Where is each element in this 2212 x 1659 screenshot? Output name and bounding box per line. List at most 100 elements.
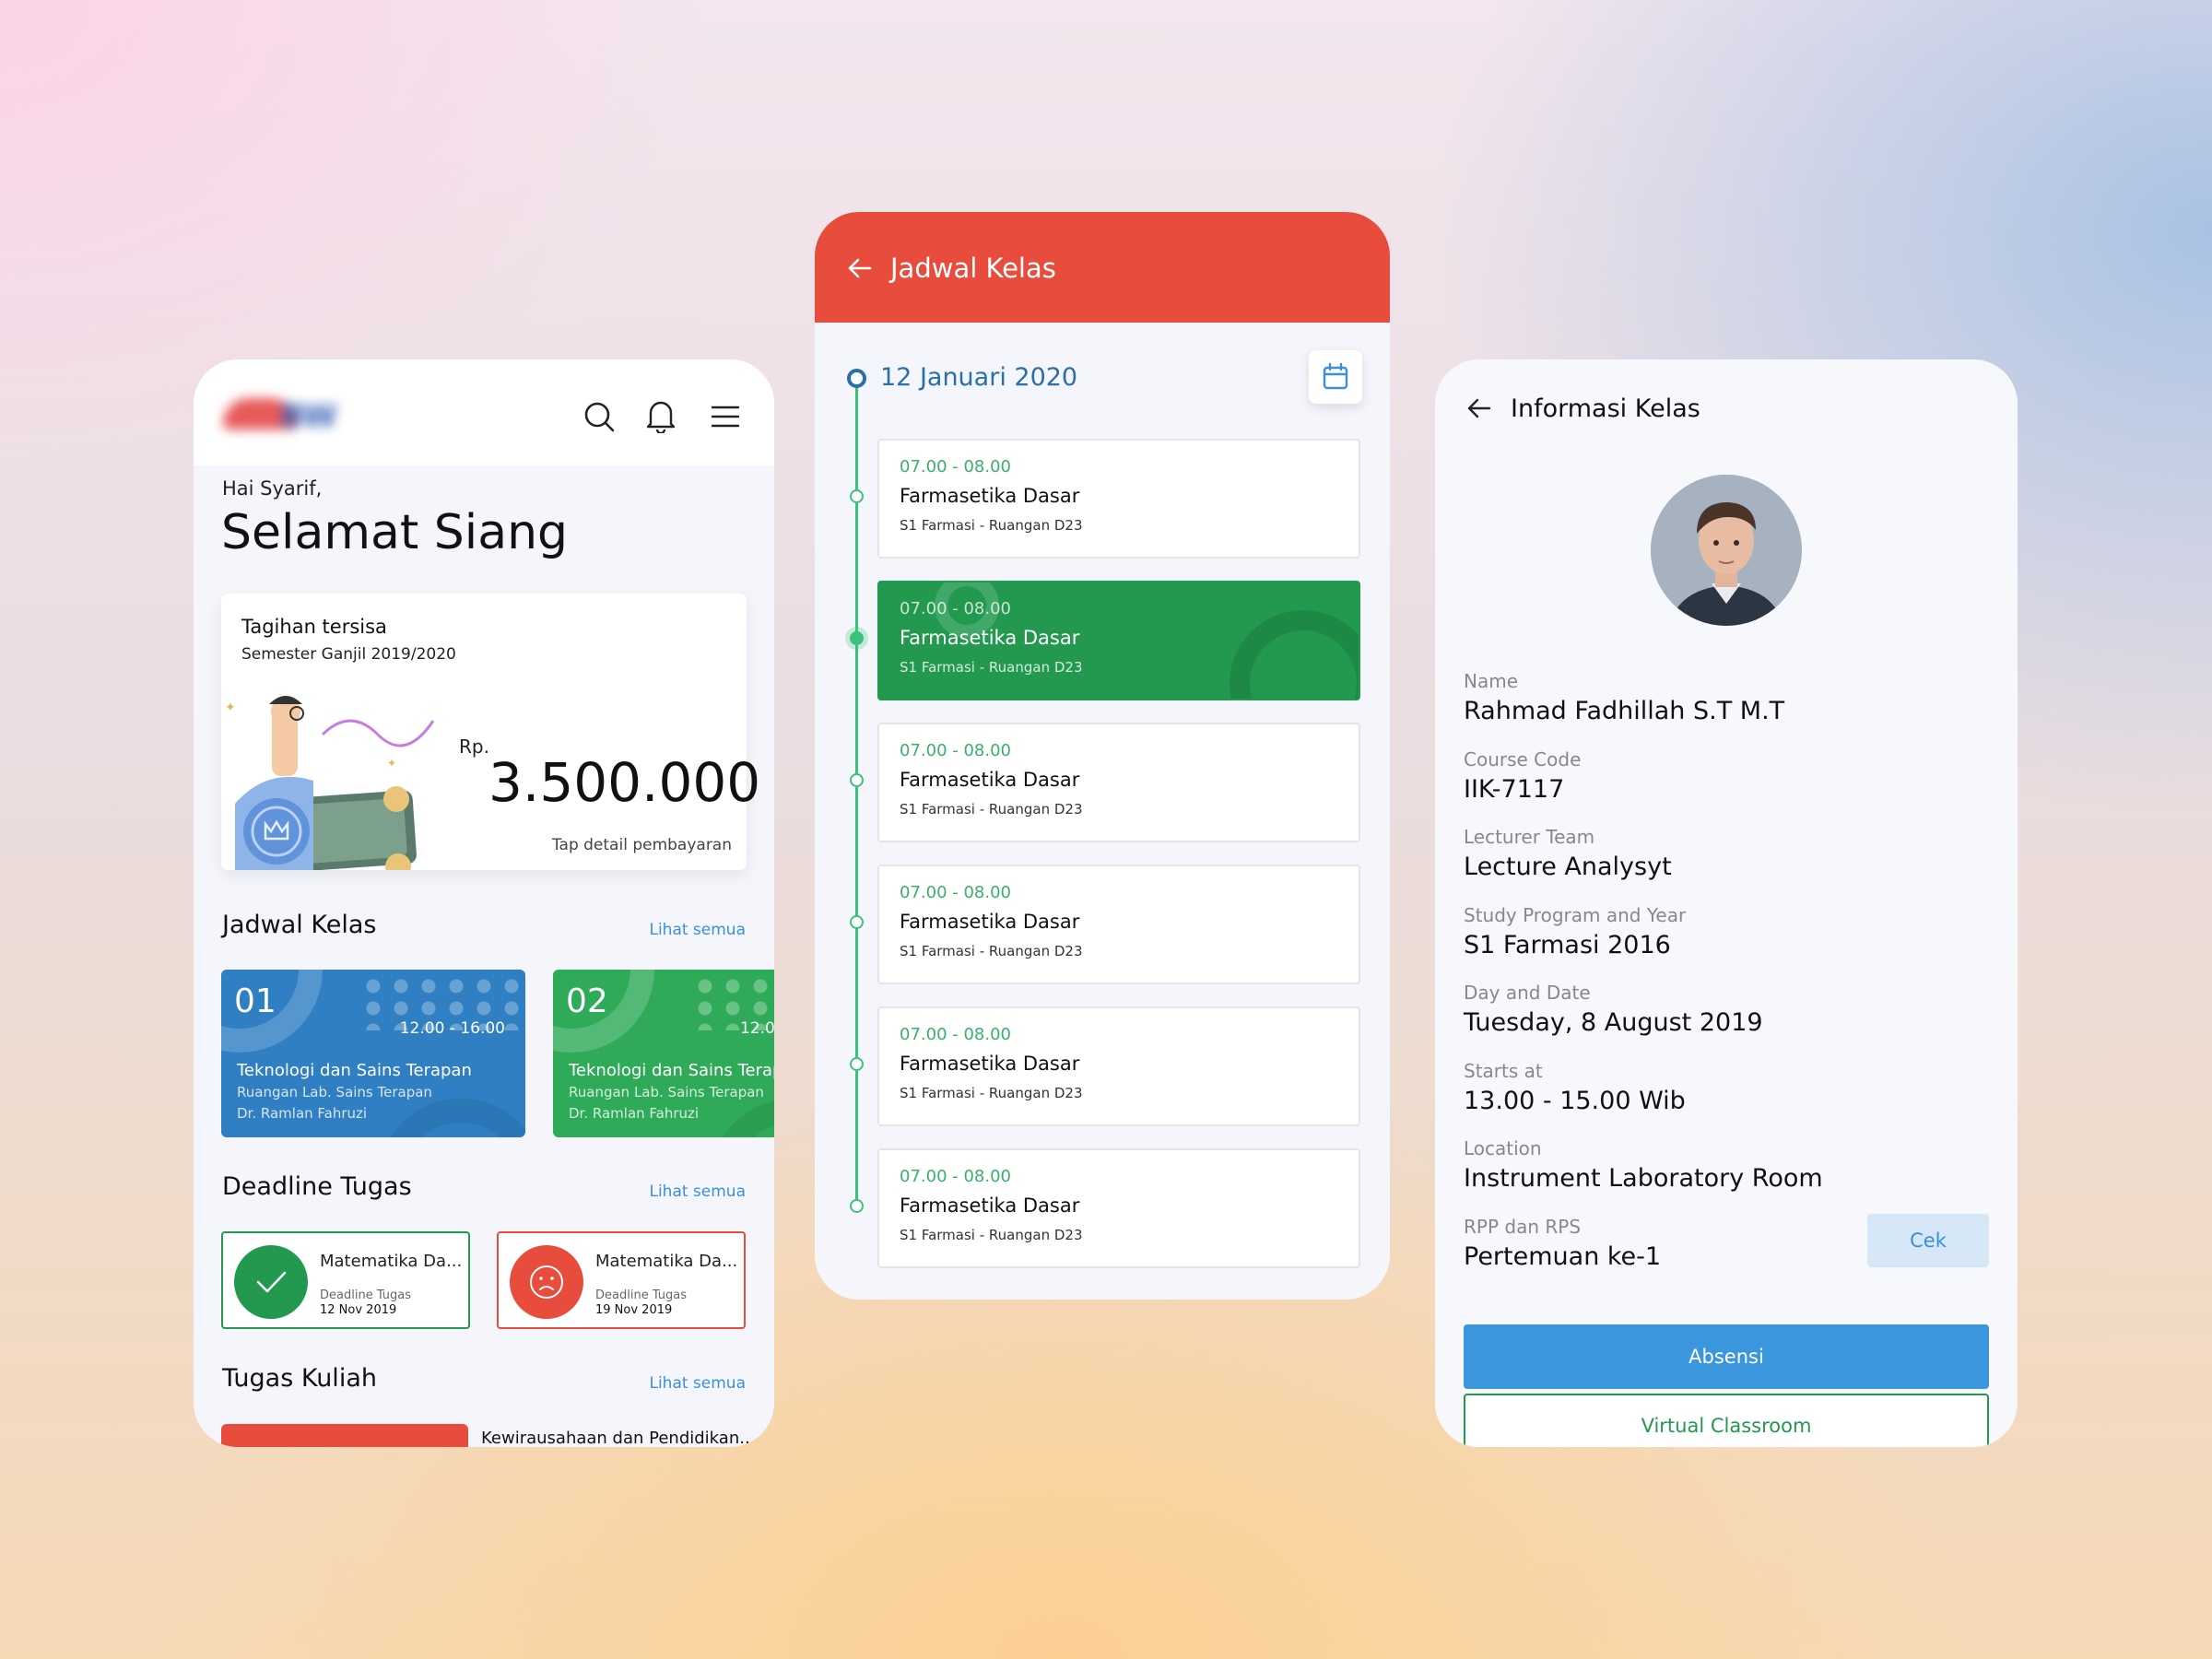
slot-time: 07.00 - 08.00 [900,1167,1011,1186]
field-value: Instrument Laboratory Room [1464,1164,1823,1193]
timeline-node [850,915,864,929]
class-name: Teknologi dan Sains Terap [569,1061,774,1080]
schedule-slot[interactable]: 07.00 - 08.00 Farmasetika Dasar S1 Farma… [877,865,1360,984]
bill-detail-link[interactable]: Tap detail pembayaran [507,836,732,854]
deadline-card[interactable]: Matematika Da... Deadline Tugas 19 Nov 2… [497,1231,746,1329]
schedule-section-title: Jadwal Kelas [222,911,377,939]
deadline-label: Deadline Tugas [320,1288,412,1302]
class-number: 02 [566,982,608,1020]
class-info-screen: Informasi Kelas Name Rahmad Fadhillah S.… [1435,359,2018,1447]
schedule-slot[interactable]: 07.00 - 08.00 Farmasetika Dasar S1 Farma… [877,1006,1360,1126]
deadline-card[interactable]: Matematika Da... Deadline Tugas 12 Nov 2… [221,1231,470,1329]
bell-icon[interactable] [645,398,677,433]
deadline-course: Matematika Da... [595,1252,738,1271]
calendar-button[interactable] [1309,350,1362,404]
lecturer-photo [1651,475,1802,626]
slot-course: Farmasetika Dasar [900,627,1080,649]
slot-course: Farmasetika Dasar [900,485,1080,507]
slot-time: 07.00 - 08.00 [900,457,1011,477]
payment-illustration: ✦ ✦ [221,693,452,870]
deadline-see-all-link[interactable]: Lihat semua [561,1182,746,1201]
field-label: Day and Date [1464,982,1591,1004]
slot-room: S1 Farmasi - Ruangan D23 [900,659,1083,676]
sad-face-icon [530,1265,563,1299]
field-label: Lecturer Team [1464,826,1595,848]
slot-course: Farmasetika Dasar [900,1053,1080,1075]
field-label: Name [1464,670,1519,692]
check-button[interactable]: Cek [1867,1214,1989,1267]
back-arrow-icon[interactable] [846,254,874,282]
schedule-slot[interactable]: 07.00 - 08.00 Farmasetika Dasar S1 Farma… [877,723,1360,842]
timeline-node [850,773,864,787]
bill-title: Tagihan tersisa [241,616,387,638]
deadline-status-circle [510,1245,583,1319]
slot-time: 07.00 - 08.00 [900,1025,1011,1044]
slot-time: 07.00 - 08.00 [900,741,1011,760]
class-room: Ruangan Lab. Sains Terapan [237,1084,432,1100]
field-value: IIK-7117 [1464,775,1565,804]
schedule-slot[interactable]: 07.00 - 08.00 Farmasetika Dasar S1 Farma… [877,439,1360,559]
search-icon[interactable] [583,401,615,432]
svg-text:✦: ✦ [387,757,396,770]
assignment-thumbnail[interactable] [221,1424,468,1447]
field-value: Tuesday, 8 August 2019 [1464,1008,1763,1037]
class-room: Ruangan Lab. Sains Terapan [569,1084,764,1100]
slot-course: Farmasetika Dasar [900,911,1080,933]
slot-room: S1 Farmasi - Ruangan D23 [900,517,1083,534]
slot-time: 07.00 - 08.00 [900,883,1011,902]
slot-course: Farmasetika Dasar [900,769,1080,791]
schedule-title: Jadwal Kelas [890,253,1056,284]
slot-room: S1 Farmasi - Ruangan D23 [900,943,1083,959]
field-value: S1 Farmasi 2016 [1464,931,1671,959]
menu-icon[interactable] [711,405,740,429]
schedule-header: Jadwal Kelas [815,212,1390,323]
class-card[interactable]: 02 12.00 Teknologi dan Sains Terap Ruang… [553,970,774,1137]
deadline-label: Deadline Tugas [595,1288,688,1302]
home-top-bar: BW [194,359,774,465]
schedule-screen: Jadwal Kelas 12 Januari 2020 07.00 - 08.… [815,212,1390,1300]
class-card[interactable]: 01 12.00 - 16.00 Teknologi dan Sains Ter… [221,970,525,1137]
virtual-classroom-button[interactable]: Virtual Classroom [1464,1394,1989,1447]
timeline-start-dot [847,369,866,388]
schedule-slot-active[interactable]: 07.00 - 08.00 Farmasetika Dasar S1 Farma… [877,581,1360,700]
bill-amount: 3.500.000 [488,751,761,814]
field-value: Lecture Analysyt [1464,853,1672,881]
schedule-slot[interactable]: 07.00 - 08.00 Farmasetika Dasar S1 Farma… [877,1148,1360,1268]
deadline-section-title: Deadline Tugas [222,1172,412,1201]
timeline-node [850,489,864,503]
check-icon [256,1271,287,1293]
schedule-date: 12 Januari 2020 [880,363,1078,392]
deadline-course: Matematika Da... [320,1252,463,1271]
class-time: 12.00 [740,1019,774,1038]
field-label: RPP dan RPS [1464,1216,1582,1238]
greeting-text: Hai Syarif, [222,477,323,500]
bill-subtitle: Semester Ganjil 2019/2020 [241,645,456,664]
slot-time: 07.00 - 08.00 [900,599,1011,618]
attendance-button[interactable]: Absensi [1464,1324,1989,1389]
home-screen: BW Hai Syarif, Selamat Siang ✦ ✦ Tagihan… [194,359,774,1447]
slot-course: Farmasetika Dasar [900,1194,1080,1217]
class-name: Teknologi dan Sains Terapan [237,1061,472,1080]
lecturer-avatar [1651,475,1802,626]
field-label: Starts at [1464,1060,1543,1082]
timeline-node [850,1199,864,1213]
deadline-date: 12 Nov 2019 [320,1303,397,1317]
salutation-heading: Selamat Siang [221,505,569,560]
class-lecturer: Dr. Ramlan Fahruzi [569,1105,700,1122]
field-value: 13.00 - 15.00 Wib [1464,1087,1686,1115]
back-arrow-icon[interactable] [1465,394,1493,422]
field-value: Rahmad Fadhillah S.T M.T [1464,697,1785,725]
assignment-title[interactable]: Kewirausahaan dan Pendidikan... [481,1429,755,1447]
slot-room: S1 Farmasi - Ruangan D23 [900,801,1083,818]
slot-room: S1 Farmasi - Ruangan D23 [900,1227,1083,1243]
field-label: Study Program and Year [1464,904,1687,926]
assignments-section-title: Tugas Kuliah [222,1364,377,1393]
schedule-see-all-link[interactable]: Lihat semua [561,921,746,939]
assignments-see-all-link[interactable]: Lihat semua [561,1374,746,1393]
bill-currency: Rp. [459,735,489,758]
deadline-date: 19 Nov 2019 [595,1303,673,1317]
field-label: Location [1464,1137,1542,1159]
info-title: Informasi Kelas [1511,394,1700,423]
class-lecturer: Dr. Ramlan Fahruzi [237,1105,368,1122]
slot-room: S1 Farmasi - Ruangan D23 [900,1085,1083,1101]
